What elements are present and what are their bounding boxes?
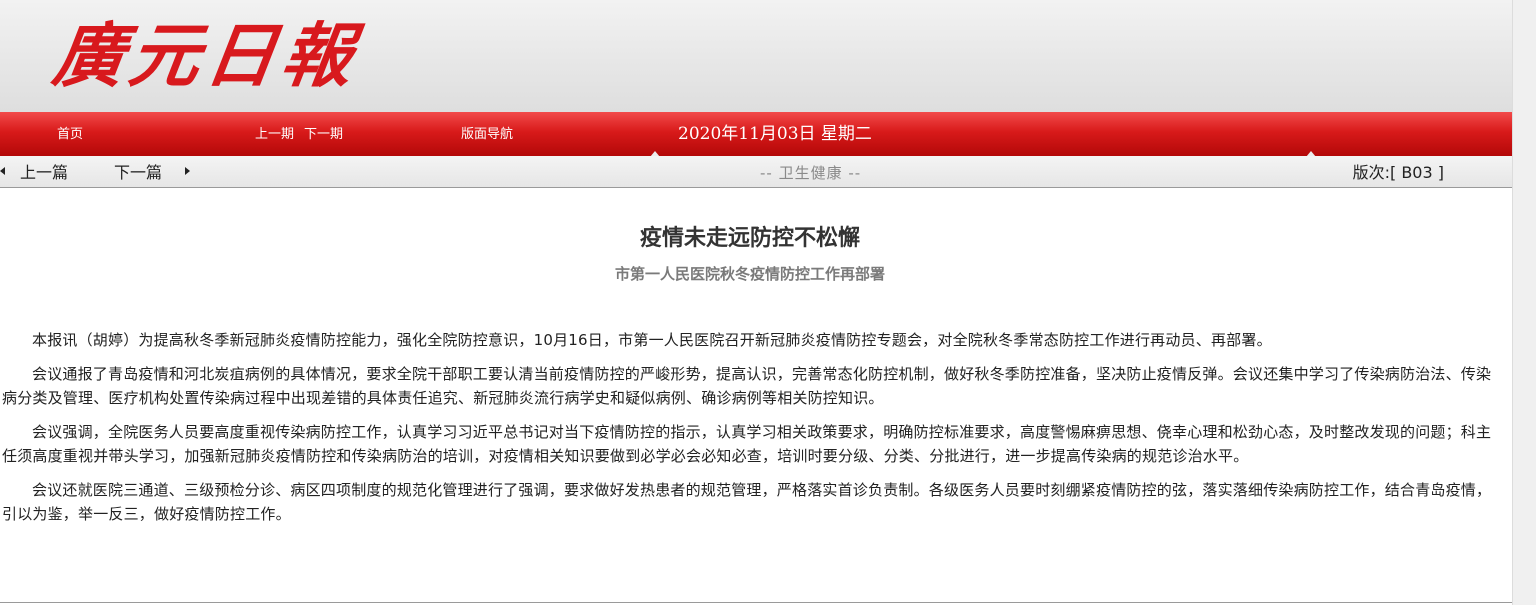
page: 廣元日報 首页 上一期 下一期 版面导航 2020年11月03日 星期二 上一篇…	[0, 0, 1512, 605]
article-paragraph: 本报讯（胡婷）为提高秋冬季新冠肺炎疫情防控能力，强化全院防控意识，10月16日，…	[32, 331, 1272, 349]
next-article-link[interactable]: 下一篇	[114, 163, 162, 183]
article-body: 本报讯（胡婷）为提高秋冬季新冠肺炎疫情防控能力，强化全院防控意识，10月16日，…	[2, 284, 1498, 526]
bottom-divider	[0, 602, 1512, 603]
top-nav-bar: 首页 上一期 下一期 版面导航 2020年11月03日 星期二	[0, 112, 1512, 157]
section-name: -- 卫生健康 --	[760, 164, 862, 182]
issue-date: 2020年11月03日 星期二	[678, 124, 872, 144]
layout-nav-link[interactable]: 版面导航	[461, 127, 513, 143]
article: 疫情未走远防控不松懈 市第一人民医院秋冬疫情防控工作再部署 本报讯（胡婷）为提高…	[0, 188, 1512, 526]
article-title: 疫情未走远防控不松懈	[639, 225, 860, 251]
newspaper-logo[interactable]: 廣元日報	[48, 10, 365, 102]
article-subtitle: 市第一人民医院秋冬疫情防控工作再部署	[614, 265, 885, 283]
next-issue-link[interactable]: 下一期	[304, 127, 343, 143]
prev-article-link[interactable]: 上一篇	[20, 163, 68, 183]
edition-number: 版次:[ B03 ]	[1352, 163, 1444, 182]
masthead: 廣元日報	[0, 0, 1512, 112]
home-link[interactable]: 首页	[57, 127, 83, 143]
arrow-right-icon	[185, 167, 190, 175]
article-paragraph: 会议还就医院三通道、三级预检分诊、病区四项制度的规范化管理进行了强调，要求做好发…	[2, 481, 1492, 523]
article-nav-bar: 上一篇 下一篇 -- 卫生健康 -- 版次:[ B03 ]	[0, 156, 1512, 188]
article-paragraph: 会议通报了青岛疫情和河北炭疽病例的具体情况，要求全院干部职工要认清当前疫情防控的…	[2, 365, 1492, 407]
prev-issue-link[interactable]: 上一期	[255, 127, 294, 143]
article-paragraph: 会议强调，全院医务人员要高度重视传染病防控工作，认真学习习近平总书记对当下疫情防…	[2, 423, 1492, 465]
vertical-scrollbar[interactable]	[1512, 0, 1536, 605]
arrow-left-icon	[0, 167, 5, 175]
